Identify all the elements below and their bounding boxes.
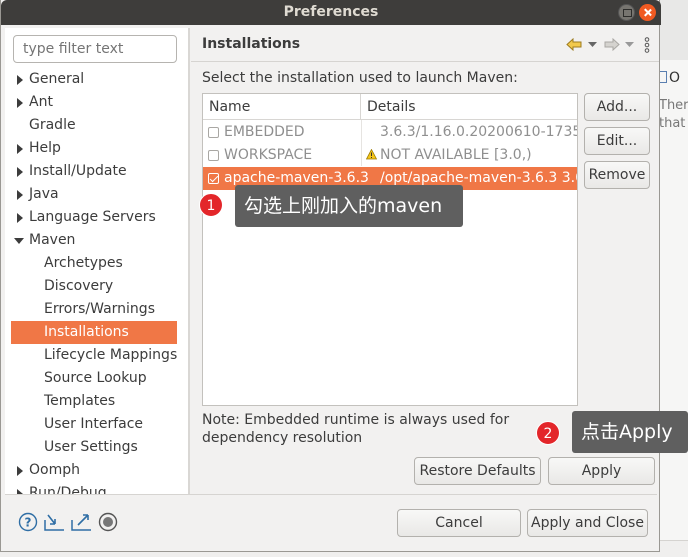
cancel-button[interactable]: Cancel: [397, 509, 521, 537]
add-button[interactable]: Add...: [584, 93, 650, 121]
record-icon[interactable]: [98, 512, 118, 532]
tree-item-run-debug[interactable]: Run/Debug: [5, 482, 188, 494]
tree-item-label: User Interface: [44, 416, 144, 432]
tree-item-ant[interactable]: Ant: [5, 91, 188, 114]
tree-item-user-interface[interactable]: User Interface: [5, 413, 188, 436]
tree-item-lifecycle-mappings[interactable]: Lifecycle Mappings: [5, 344, 188, 367]
table-row[interactable]: WORKSPACE NOT AVAILABLE [3.0,): [203, 144, 577, 167]
collapsed-arrow-icon[interactable]: [17, 213, 23, 223]
collapsed-arrow-icon[interactable]: [17, 190, 23, 200]
page-navigation: [566, 37, 656, 53]
header-separator: [191, 61, 659, 62]
annotation-callout-1: 勾选上刚加入的maven: [235, 185, 463, 227]
tree-item-label: Gradle: [29, 117, 76, 133]
remove-button[interactable]: Remove: [584, 161, 650, 189]
tree-item-label: Lifecycle Mappings: [44, 347, 178, 363]
expanded-arrow-icon[interactable]: [14, 238, 24, 244]
annotation-callout-2: 点击Apply: [572, 411, 688, 453]
cell-name: EMBEDDED: [224, 124, 305, 140]
tree-item-install-update[interactable]: Install/Update: [5, 160, 188, 183]
panel-divider[interactable]: [188, 28, 190, 494]
embedded-runtime-note: Note: Embedded runtime is always used fo…: [202, 412, 510, 446]
title-bar: Preferences: [1, 0, 661, 25]
cell-details: 3.6.3/1.16.0.20200610-1735: [380, 124, 578, 140]
tree-item-label: Ant: [29, 94, 53, 110]
preference-tree-panel: General Ant Gradle Help Install/Update Java La…: [5, 28, 188, 494]
window-title: Preferences: [283, 4, 379, 20]
annotation-badge-1: 1: [199, 193, 223, 217]
tree-item-oomph[interactable]: Oomph: [5, 459, 188, 482]
tree-item-user-settings[interactable]: User Settings: [5, 436, 188, 459]
checked-checkbox[interactable]: [208, 173, 219, 184]
tree-item-installations[interactable]: Installations: [11, 321, 177, 344]
tree-item-label: User Settings: [44, 439, 138, 455]
background-title: O: [657, 70, 680, 86]
back-arrow-icon[interactable]: [566, 38, 582, 51]
tree-item-label: Language Servers: [29, 209, 156, 225]
apply-and-close-button[interactable]: Apply and Close: [527, 509, 648, 537]
cell-details: NOT AVAILABLE [3.0,): [380, 147, 532, 163]
page-title: Installations: [202, 36, 301, 52]
tree-item-label: Source Lookup: [44, 370, 147, 386]
column-header-name[interactable]: Name: [203, 94, 361, 120]
tree-item-gradle[interactable]: Gradle: [5, 114, 188, 137]
tree-item-templates[interactable]: Templates: [5, 390, 188, 413]
back-menu-chevron-icon[interactable]: [588, 42, 597, 48]
annotation-badge-2: 2: [536, 421, 560, 445]
restore-defaults-button[interactable]: Restore Defaults: [414, 457, 541, 485]
collapsed-arrow-icon[interactable]: [17, 98, 23, 108]
tree-item-source-lookup[interactable]: Source Lookup: [5, 367, 188, 390]
tree-item-label: Run/Debug: [29, 485, 107, 494]
cell-name: WORKSPACE: [224, 147, 313, 163]
tree-item-archetypes[interactable]: Archetypes: [5, 252, 188, 275]
tree-item-language-servers[interactable]: Language Servers: [5, 206, 188, 229]
unchecked-checkbox[interactable]: [208, 127, 219, 138]
unchecked-checkbox[interactable]: [208, 150, 219, 161]
collapsed-arrow-icon[interactable]: [17, 466, 23, 476]
tree-item-label: Maven: [29, 232, 76, 248]
tree-item-label: Templates: [44, 393, 116, 409]
page-description: Select the installation used to launch M…: [202, 70, 518, 86]
collapsed-arrow-icon[interactable]: [17, 75, 23, 85]
tree-item-label: Java: [29, 186, 59, 202]
tree-item-discovery[interactable]: Discovery: [5, 275, 188, 298]
apply-button[interactable]: Apply: [548, 457, 655, 485]
svg-text:?: ?: [25, 516, 32, 530]
tree-item-maven[interactable]: Maven: [5, 229, 188, 252]
close-button[interactable]: [639, 4, 656, 21]
tree-item-label: General: [29, 71, 85, 87]
installations-table: Name Details EMBEDDED 3.6.3/1.16.0.202006…: [202, 93, 578, 406]
background-text: Ther that: [659, 98, 688, 131]
help-icon[interactable]: ?: [18, 512, 38, 532]
tree-item-label: Archetypes: [44, 255, 123, 271]
maximize-button[interactable]: [618, 4, 635, 21]
tree-item-label: Oomph: [29, 462, 80, 478]
export-preferences-icon[interactable]: [71, 512, 91, 532]
collapsed-arrow-icon[interactable]: [17, 144, 23, 154]
view-menu-icon[interactable]: [644, 37, 650, 53]
table-row[interactable]: EMBEDDED 3.6.3/1.16.0.20200610-1735: [203, 121, 578, 144]
tree-item-label: Errors/Warnings: [44, 301, 155, 317]
tree-item-help[interactable]: Help: [5, 137, 188, 160]
forward-menu-chevron-icon[interactable]: [625, 42, 634, 48]
tree-item-label: Install/Update: [29, 163, 127, 179]
import-preferences-icon[interactable]: [44, 512, 64, 532]
tree-item-label: Installations: [44, 324, 129, 340]
tree-item-java[interactable]: Java: [5, 183, 188, 206]
filter-input[interactable]: [13, 35, 177, 63]
tree-item-errors-warnings[interactable]: Errors/Warnings: [5, 298, 188, 321]
tree-item-label: Help: [29, 140, 61, 156]
collapsed-arrow-icon[interactable]: [17, 167, 23, 177]
warning-icon: [366, 149, 377, 160]
tree-item-label: Discovery: [44, 278, 114, 294]
footer-separator: [5, 494, 657, 495]
preferences-dialog: Preferences General Ant Gradle Help Install/…: [0, 0, 661, 552]
edit-button[interactable]: Edit...: [584, 127, 650, 155]
forward-arrow-icon[interactable]: [604, 38, 620, 51]
tree-item-general[interactable]: General: [5, 68, 188, 91]
column-header-details[interactable]: Details: [361, 94, 577, 120]
